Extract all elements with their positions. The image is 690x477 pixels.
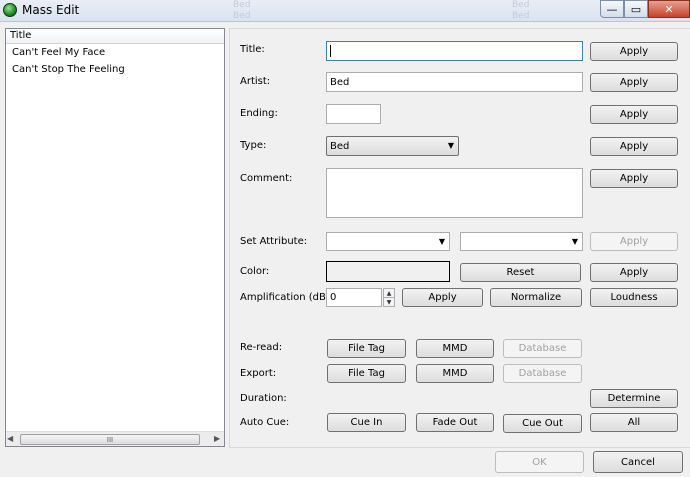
title-bar: Mass Edit Bed Bed Bed Bed — ▭ ✕: [0, 0, 690, 22]
list-item[interactable]: Can't Stop The Feeling: [12, 64, 125, 75]
dialog-footer: OK Cancel: [0, 448, 690, 477]
app-icon: [3, 3, 17, 17]
type-label: Type:: [240, 140, 267, 151]
reread-label: Re-read:: [240, 342, 283, 353]
loudness-button[interactable]: Loudness: [590, 288, 678, 307]
export-database-button[interactable]: Database: [503, 364, 582, 383]
type-dropdown[interactable]: Bed ▼: [326, 136, 459, 156]
ending-apply-button[interactable]: Apply: [590, 105, 678, 124]
color-swatch[interactable]: [326, 261, 450, 282]
title-list[interactable]: Title Can't Feel My Face Can't Stop The …: [5, 28, 225, 447]
background-text: Bed: [512, 11, 530, 21]
list-item[interactable]: Can't Feel My Face: [12, 47, 105, 58]
background-text: Bed: [233, 0, 251, 10]
fade-out-button[interactable]: Fade Out: [416, 413, 494, 432]
type-apply-button[interactable]: Apply: [590, 137, 678, 156]
title-apply-button[interactable]: Apply: [590, 42, 678, 61]
amplification-input[interactable]: 0: [326, 288, 382, 307]
color-apply-button[interactable]: Apply: [590, 263, 678, 282]
scroll-thumb[interactable]: III: [20, 434, 200, 445]
background-text: Bed: [512, 0, 530, 10]
color-label: Color:: [240, 266, 270, 277]
comment-label: Comment:: [240, 173, 293, 184]
spin-down-icon[interactable]: ▼: [383, 297, 395, 307]
determine-button[interactable]: Determine: [590, 389, 678, 408]
title-input[interactable]: [326, 41, 583, 61]
maximize-icon: ▭: [630, 2, 642, 16]
reread-file-tag-button[interactable]: File Tag: [327, 339, 406, 358]
dropdown-arrow-icon: ▼: [571, 237, 578, 246]
background-text: Bed: [233, 11, 251, 21]
attribute-dropdown[interactable]: ▼: [326, 232, 450, 251]
color-reset-button[interactable]: Reset: [460, 263, 581, 282]
comment-apply-button[interactable]: Apply: [590, 169, 678, 188]
duration-label: Duration:: [240, 393, 287, 404]
artist-label: Artist:: [240, 76, 271, 87]
amplification-apply-button[interactable]: Apply: [402, 288, 483, 307]
amplification-label: Amplification (dB):: [240, 292, 334, 303]
reread-mmd-button[interactable]: MMD: [416, 339, 494, 358]
cue-out-button[interactable]: Cue Out: [503, 414, 582, 433]
ending-label: Ending:: [240, 108, 278, 119]
normalize-button[interactable]: Normalize: [490, 288, 582, 307]
maximize-button[interactable]: ▭: [624, 0, 648, 18]
minimize-icon: —: [606, 2, 618, 16]
column-header-title[interactable]: Title: [6, 29, 224, 44]
close-button[interactable]: ✕: [648, 0, 690, 18]
ending-input[interactable]: [326, 104, 381, 124]
scroll-left-icon[interactable]: ◀: [7, 434, 13, 443]
window-title: Mass Edit: [22, 3, 80, 17]
attribute-apply-button[interactable]: Apply: [590, 232, 678, 251]
ok-button[interactable]: OK: [495, 451, 584, 473]
export-file-tag-button[interactable]: File Tag: [327, 364, 406, 383]
artist-apply-button[interactable]: Apply: [590, 73, 678, 92]
horizontal-scrollbar[interactable]: ◀ III ▶: [6, 431, 224, 446]
export-label: Export:: [240, 368, 277, 379]
export-mmd-button[interactable]: MMD: [416, 364, 494, 383]
title-label: Title:: [240, 44, 265, 55]
comment-textarea[interactable]: [326, 168, 583, 218]
auto-cue-all-button[interactable]: All: [590, 413, 678, 432]
minimize-button[interactable]: —: [600, 0, 624, 18]
auto-cue-label: Auto Cue:: [240, 417, 290, 428]
artist-input[interactable]: Bed: [326, 72, 583, 92]
dropdown-arrow-icon: ▼: [438, 237, 445, 246]
cancel-button[interactable]: Cancel: [593, 451, 683, 473]
set-attribute-label: Set Attribute:: [240, 236, 308, 247]
cue-in-button[interactable]: Cue In: [327, 413, 406, 432]
scroll-right-icon[interactable]: ▶: [214, 434, 220, 443]
reread-database-button[interactable]: Database: [503, 339, 582, 358]
dropdown-arrow-icon: ▼: [447, 141, 454, 150]
close-icon: ✕: [664, 2, 674, 16]
text-caret: [330, 45, 331, 57]
attribute-value-dropdown[interactable]: ▼: [460, 232, 583, 251]
